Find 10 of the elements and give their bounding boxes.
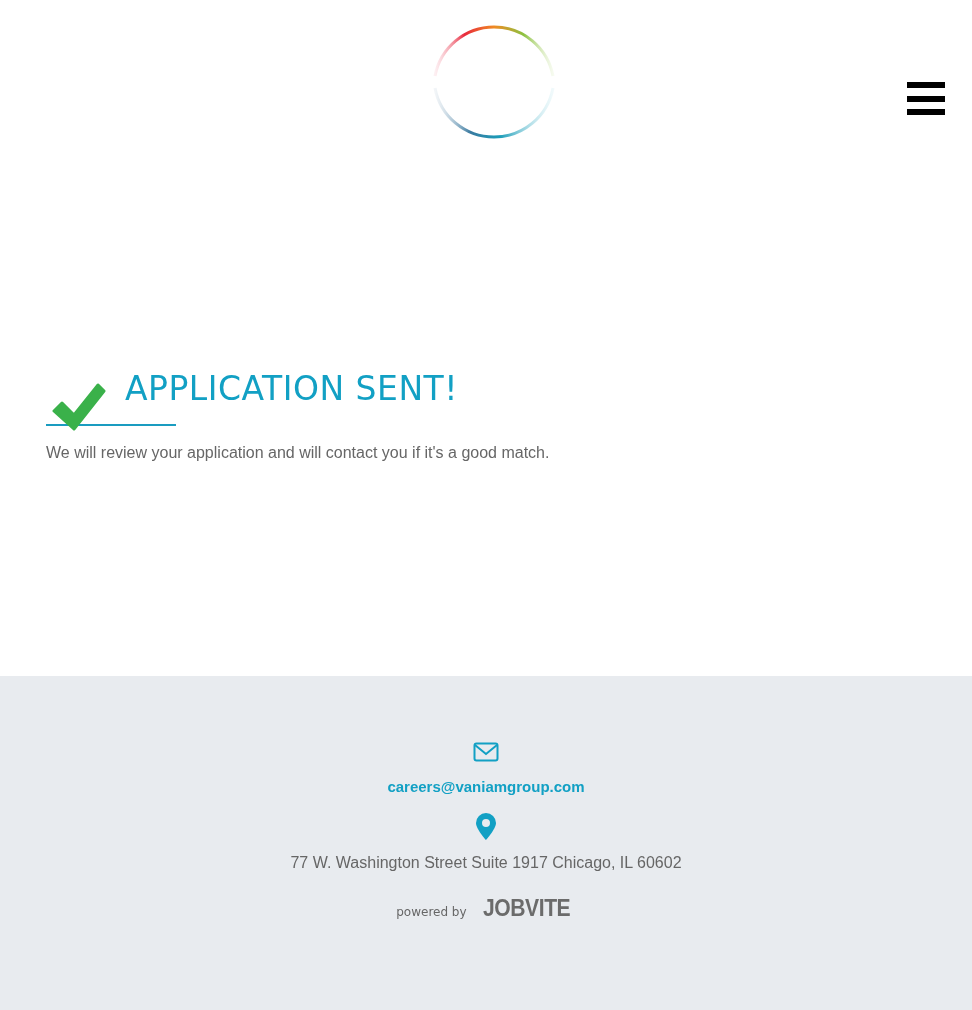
envelope-icon bbox=[473, 742, 499, 762]
menu-icon[interactable] bbox=[905, 80, 947, 117]
powered-by-text: powered by bbox=[396, 905, 467, 919]
checkmark-icon bbox=[52, 383, 106, 431]
confirmation-message: We will review your application and will contact you if it's a good match. bbox=[46, 444, 551, 462]
email-link[interactable]: careers@vaniamgroup.com bbox=[387, 778, 585, 795]
brand-logo: JOBVITE bbox=[482, 894, 570, 922]
confirmation-title: APPLICATION SENT! bbox=[125, 368, 458, 410]
address-text: 77 W. Washington Street Suite 1917 Chicago, IL 60602 bbox=[290, 854, 682, 872]
location-pin-icon bbox=[476, 813, 496, 840]
